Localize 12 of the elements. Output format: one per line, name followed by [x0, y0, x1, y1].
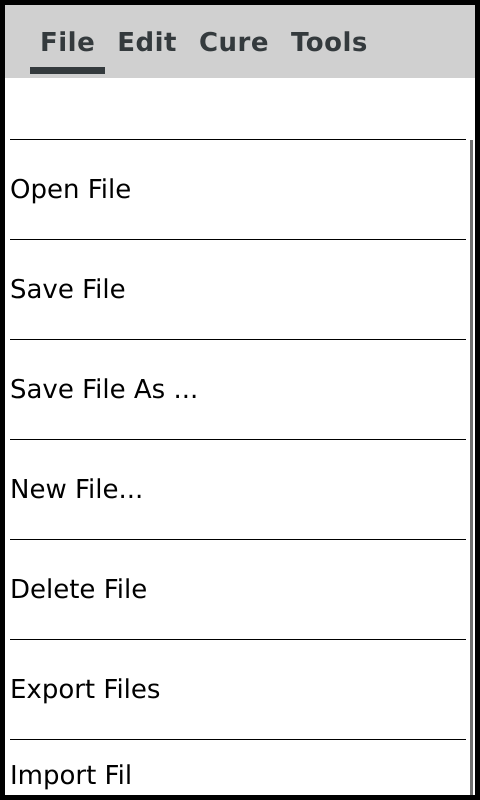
menu-item[interactable]: New File...: [10, 440, 466, 540]
menu-item[interactable]: Import Fil: [10, 740, 466, 795]
menu-tab[interactable]: File: [30, 5, 106, 74]
menu-tab[interactable]: Edit: [107, 5, 187, 74]
menu-item[interactable]: Save File: [10, 240, 466, 340]
menu-item[interactable]: Export Files: [10, 640, 466, 740]
scrollbar[interactable]: [470, 140, 473, 795]
menu-tab[interactable]: Tools: [280, 5, 378, 74]
menu-tab[interactable]: Cure: [188, 5, 279, 74]
menu-item[interactable]: Delete File: [10, 540, 466, 640]
menu-item[interactable]: Save File As ...: [10, 340, 466, 440]
menu-item[interactable]: Open File: [10, 140, 466, 240]
